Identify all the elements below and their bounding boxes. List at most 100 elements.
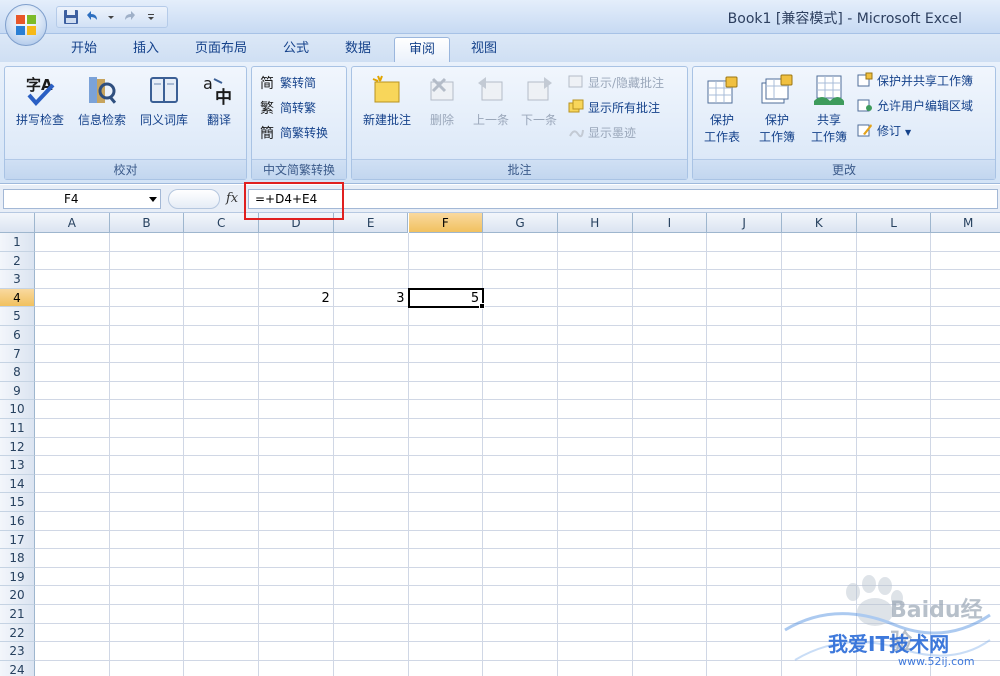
tab-review[interactable]: 审阅 [394,37,450,62]
row-header-19[interactable]: 19 [0,567,35,587]
column-header-f[interactable]: F [408,213,484,233]
column-header-i[interactable]: I [632,213,708,233]
show-all-comments-button[interactable]: 显示所有批注 [568,98,660,118]
formula-input[interactable]: =+D4+E4 [248,189,998,209]
customize-toolbar-icon[interactable] [143,9,159,25]
gridline-horizontal [35,436,1000,438]
tab-home[interactable]: 开始 [56,37,112,62]
protect-and-share-button[interactable]: 保护并共享工作簿 [857,71,973,91]
thesaurus-button[interactable]: 同义词库 [133,73,195,143]
gridline-horizontal [35,473,1000,475]
row-header-16[interactable]: 16 [0,512,35,531]
row-header-4[interactable]: 4 [0,288,35,308]
row-header-14[interactable]: 14 [0,474,35,494]
save-icon[interactable] [63,9,79,25]
select-all-corner[interactable] [0,213,35,233]
gridline-horizontal [35,380,1000,382]
cell-d4[interactable]: 2 [259,290,330,309]
group-chinese-conversion: 简繁转简 繁简转繁 簡简繁转换 中文简繁转换 [251,66,347,180]
row-header-10[interactable]: 10 [0,400,35,419]
convert-button[interactable]: 簡简繁转换 [260,123,328,143]
show-hide-comment-button[interactable]: 显示/隐藏批注 [568,73,664,93]
protect-sheet-button[interactable]: 保护 工作表 [695,73,749,144]
column-header-l[interactable]: L [856,213,932,233]
gridline-horizontal [35,362,1000,364]
row-header-1[interactable]: 1 [0,233,35,252]
row-header-8[interactable]: 8 [0,363,35,382]
undo-icon[interactable] [83,9,99,25]
show-ink-button[interactable]: 显示墨迹 [568,123,636,143]
column-header-b[interactable]: B [109,213,185,233]
show-hide-comment-label: 显示/隐藏批注 [588,76,665,90]
name-box[interactable]: F4 [3,189,161,209]
row-header-9[interactable]: 9 [0,381,35,401]
row-header-21[interactable]: 21 [0,605,35,624]
tab-data[interactable]: 数据 [330,37,386,62]
previous-comment-button[interactable]: 上一条 [466,73,516,143]
tab-page-layout[interactable]: 页面布局 [180,37,262,62]
row-header-12[interactable]: 12 [0,437,35,457]
traditional-icon: 繁 [260,101,274,115]
to-traditional-button[interactable]: 繁简转繁 [260,98,316,118]
fill-handle[interactable] [479,303,486,310]
column-header-a[interactable]: A [35,213,110,233]
chevron-down-icon: ▼ [905,128,912,137]
spell-check-button[interactable]: 字A 拼写检查 [9,73,71,143]
allow-edit-ranges-label: 允许用户编辑区域 [877,99,974,113]
row-header-6[interactable]: 6 [0,326,35,345]
show-all-comments-icon [568,99,584,113]
row-header-13[interactable]: 13 [0,456,35,475]
quick-access-toolbar [56,6,168,28]
row-header-23[interactable]: 23 [0,642,35,661]
gridline-horizontal [35,343,1000,345]
chevron-down-icon[interactable] [103,9,119,25]
column-header-h[interactable]: H [557,213,633,233]
column-header-g[interactable]: G [483,213,558,233]
office-button[interactable] [5,4,47,46]
row-header-7[interactable]: 7 [0,344,35,364]
row-header-17[interactable]: 17 [0,530,35,550]
row-header-15[interactable]: 15 [0,493,35,512]
cell-e4[interactable]: 3 [334,290,404,309]
row-header-2[interactable]: 2 [0,251,35,271]
column-header-j[interactable]: J [707,213,782,233]
gridline-horizontal [35,455,1000,457]
row-header-5[interactable]: 5 [0,307,35,326]
insert-function-button[interactable]: fx [226,191,238,206]
row-header-18[interactable]: 18 [0,549,35,568]
column-header-k[interactable]: K [782,213,857,233]
convert-label: 简繁转换 [280,126,329,140]
row-header-11[interactable]: 11 [0,419,35,438]
share-workbook-button[interactable]: 共享 工作簿 [803,73,855,144]
next-comment-button[interactable]: 下一条 [514,73,564,143]
row-header-24[interactable]: 24 [0,660,35,676]
tab-formulas[interactable]: 公式 [268,37,324,62]
track-changes-button[interactable]: 修订 ▼ [857,121,911,141]
tab-view[interactable]: 视图 [456,37,512,62]
protect-workbook-icon [761,74,793,104]
to-simplified-button[interactable]: 简繁转简 [260,73,316,93]
previous-comment-icon [478,77,503,101]
office-logo-icon [16,15,36,35]
column-header-m[interactable]: M [931,213,1000,233]
group-changes-label: 更改 [693,159,995,179]
row-header-20[interactable]: 20 [0,586,35,605]
delete-comment-label: 删除 [429,113,454,127]
protect-workbook-button[interactable]: 保护 工作簿 [749,73,805,144]
redo-icon[interactable] [123,9,139,25]
formula-bar-splitter[interactable] [168,189,220,209]
protect-workbook-label-2: 工作簿 [758,130,795,144]
previous-comment-label: 上一条 [472,113,509,127]
tab-insert[interactable]: 插入 [118,37,174,62]
column-header-e[interactable]: E [333,213,409,233]
row-header-3[interactable]: 3 [0,270,35,289]
new-comment-button[interactable]: 新建批注 [354,73,420,143]
research-button[interactable]: 信息检索 [71,73,133,143]
allow-edit-ranges-button[interactable]: 允许用户编辑区域 [857,96,973,116]
chevron-down-icon[interactable] [149,197,157,202]
next-comment-icon [527,77,552,101]
delete-comment-button[interactable]: 删除 [418,73,466,143]
translate-button[interactable]: a 中 翻译 [195,73,243,143]
row-header-22[interactable]: 22 [0,623,35,643]
research-icon [89,77,117,104]
